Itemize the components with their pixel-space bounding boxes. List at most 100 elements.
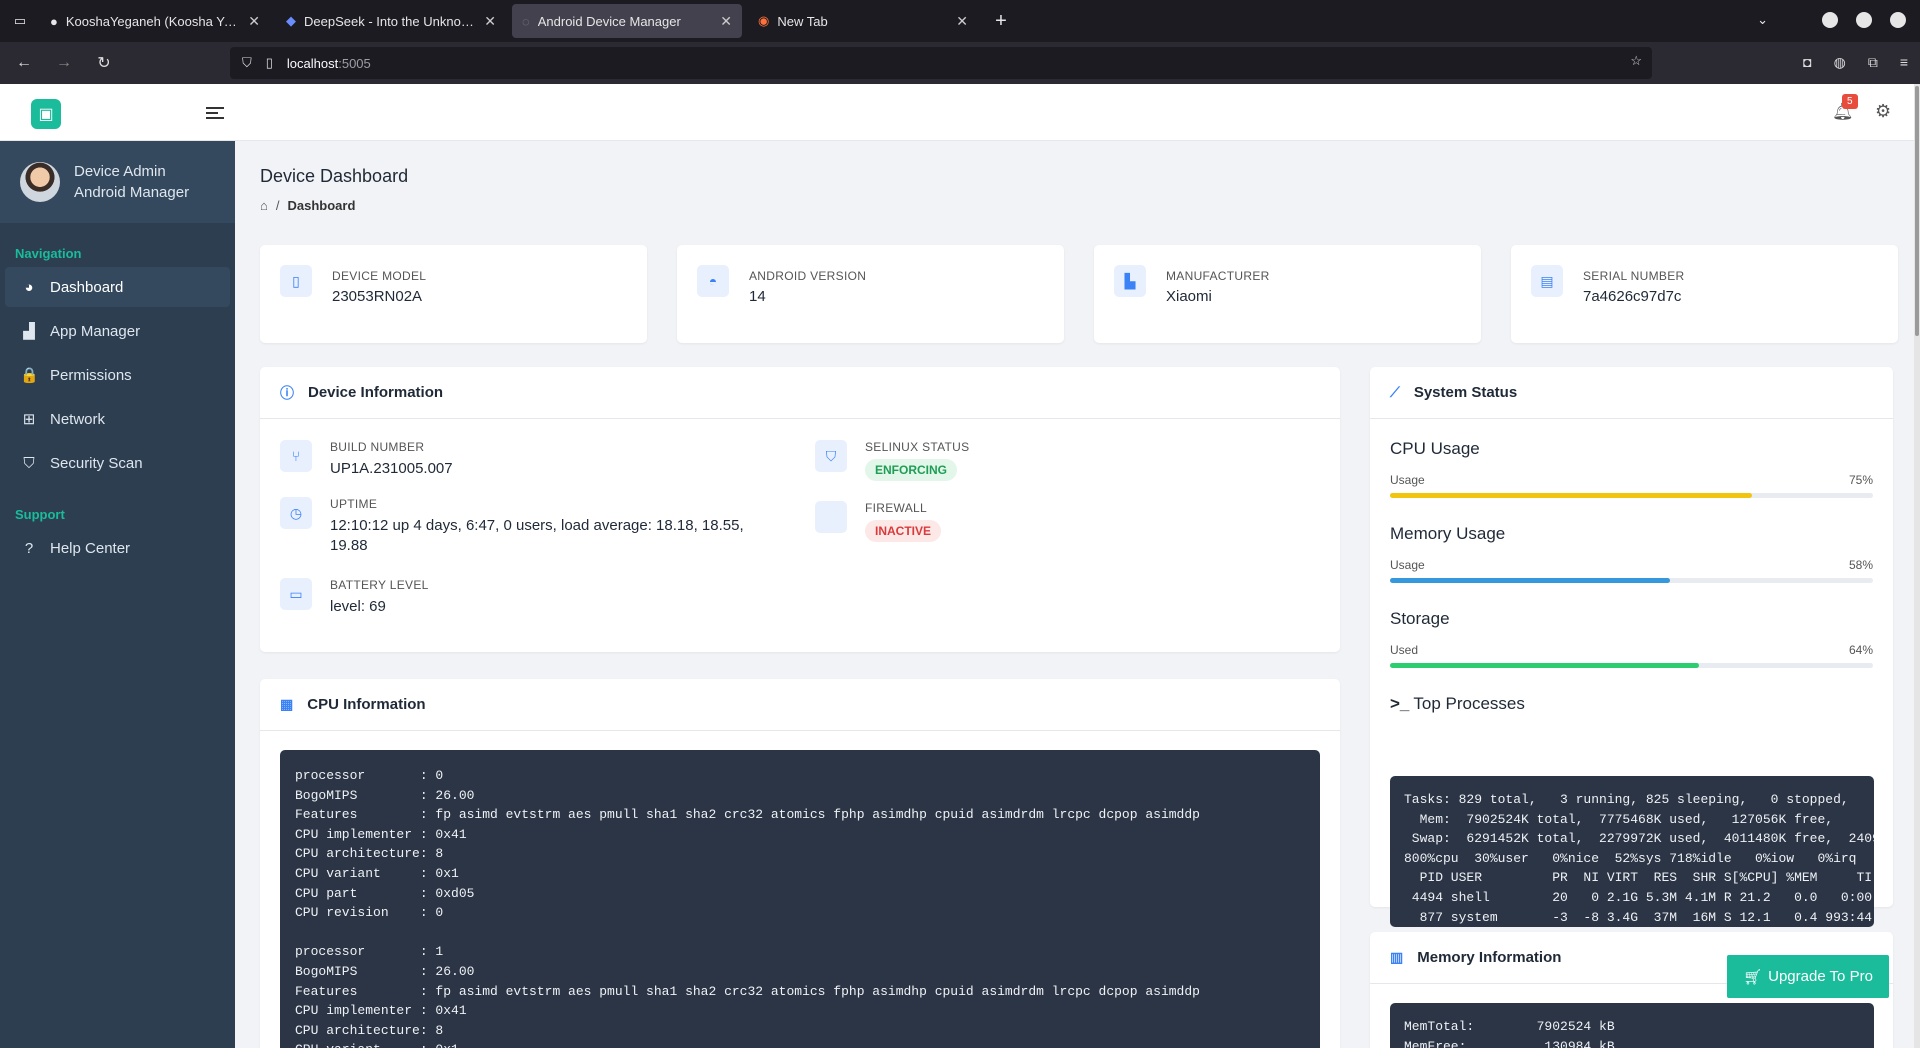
url-host: localhost [286,55,339,71]
close-icon[interactable]: ✕ [484,13,496,30]
meter-percent: 75% [1848,473,1873,487]
window-controls [1822,12,1906,28]
card-title: CPU Information [307,696,426,713]
shield-icon: ⛉ [815,440,847,472]
card-header: ⟋ System Status [1370,367,1893,419]
sidebar-item-app-manager[interactable]: ▟ App Manager [5,311,230,351]
dashboard-icon: ◕ [24,278,34,296]
chevron-down-icon[interactable]: ⌄ [1757,12,1768,28]
user-profile: Device Admin Android Manager [0,141,235,223]
clock-icon: ◷ [280,497,312,529]
device-information-card: ⓘ Device Information ⑂ Build Number UP1A… [260,367,1340,652]
gear-icon[interactable]: ⚙ [1875,101,1891,122]
android-icon: ◓ [697,265,729,297]
bookmark-star-icon[interactable]: ☆ [1630,53,1642,69]
info-label: Uptime [330,497,378,511]
reload-icon[interactable]: ↻ [88,53,120,73]
cpu-information-card: ▦ CPU Information processor : 0 BogoMIPS… [260,679,1340,1048]
sidebar-item-security-scan[interactable]: ⛉ Security Scan [5,443,230,483]
robot-logo-icon[interactable]: ▣ [31,99,61,129]
cart-icon: 🛒︎ [1743,968,1763,986]
lock-icon: 🔒 [20,367,39,384]
selinux-status-row: ⛉ SELinux Status ENFORCING [815,440,969,481]
sidebar-item-label: Help Center [50,539,131,557]
browser-tab-bar: ▭ ● KooshaYeganeh (Koosha Yeganeh) ✕ ◆ D… [0,0,1920,42]
nav-section-title: Navigation [15,246,82,261]
sidebar: Device Admin Android Manager Navigation … [0,141,235,1048]
stat-card-manufacturer: ▙ Manufacturer Xiaomi [1094,245,1481,343]
upgrade-to-pro-button[interactable]: 🛒︎ Upgrade To Pro [1727,955,1889,998]
phone-icon: ▯ [280,265,312,297]
stat-label: Manufacturer [1166,269,1270,283]
chart-line-icon: ⟋ [1390,384,1400,400]
tab-title: New Tab [777,13,828,29]
info-label: SELinux Status [865,440,970,454]
menu-icon[interactable]: ≡ [1900,54,1908,71]
browser-toolbar: ← → ↻ ⛉ ▯ localhost:5005 ☆ ◘ ◍ ⧉ ≡ [0,42,1920,84]
page-scrollbar[interactable] [1914,84,1920,1048]
storage-progress-bar [1390,663,1873,668]
info-value: UP1A.231005.007 [330,460,453,477]
back-icon[interactable]: ← [8,54,40,72]
minimize-button[interactable] [1822,12,1838,28]
page-title: Device Dashboard [260,166,409,186]
chip-icon: ▦ [280,696,294,712]
home-icon[interactable]: ⌂ [260,198,268,213]
app-top-navbar: ▣ 🔔︎ 5 ⚙ [0,84,1914,141]
sidebar-item-network[interactable]: ⊞ Network [5,399,230,439]
stat-label: Device Model [332,269,427,283]
meter-label: Usage [1390,558,1425,572]
account-icon[interactable]: ◍ [1834,54,1846,71]
top-processes-title: >_ Top Processes [1390,694,1873,714]
battery-icon: ▭ [280,578,312,610]
user-role: Android Manager [74,184,190,201]
meter-title: Storage [1390,609,1450,628]
cpu-progress-bar [1390,493,1873,498]
maximize-button[interactable] [1856,12,1872,28]
sidebar-toggle-icon[interactable] [206,104,224,122]
close-window-button[interactable] [1890,12,1906,28]
close-icon[interactable]: ✕ [248,13,260,30]
meter-percent: 58% [1848,558,1873,572]
address-bar[interactable]: ⛉ ▯ localhost:5005 ☆ [230,47,1652,79]
factory-icon: ▙ [1114,265,1146,297]
browser-tab-new[interactable]: ◉ New Tab ✕ [748,4,978,38]
firefox-icon: ◉ [758,13,770,28]
close-icon[interactable]: ✕ [720,13,732,30]
info-icon: ⓘ [280,384,294,401]
info-value: 12:10:12 up 4 days, 6:47, 0 users, load … [330,517,744,554]
card-title: Device Information [308,384,444,401]
breadcrumb: ⌂ / Dashboard [260,198,356,213]
browser-tab-github[interactable]: ● KooshaYeganeh (Koosha Yeganeh) ✕ [40,4,270,38]
branch-icon: ⑂ [280,440,312,472]
card-title: Memory Information [1417,949,1562,966]
user-name: Device Admin [74,163,166,180]
sidebar-item-help-center[interactable]: ? Help Center [5,528,230,568]
github-icon: ● [50,13,58,29]
help-icon: ? [24,539,34,557]
avatar [20,162,60,202]
stat-value: 23053RN02A [332,288,423,305]
uptime-row: ◷ Uptime 12:10:12 up 4 days, 6:47, 0 use… [280,497,780,556]
browser-tab-deepseek[interactable]: ◆ DeepSeek - Into the Unknown ✕ [276,4,506,38]
terminal-icon: >_ [1390,694,1410,713]
build-number-row: ⑂ Build Number UP1A.231005.007 [280,440,453,479]
close-icon[interactable]: ✕ [956,13,968,30]
shield-icon: ⛉ [23,454,35,472]
pocket-icon[interactable]: ◘ [1803,54,1811,71]
new-tab-button[interactable]: + [984,10,1018,33]
shield-icon[interactable]: ⛉ [242,55,252,71]
sidebar-item-permissions[interactable]: 🔒 Permissions [5,355,230,395]
tab-list-icon[interactable]: ▭ [0,0,40,42]
meter-title: Top Processes [1413,694,1525,713]
stat-card-serial-number: ▤ Serial Number 7a4626c97d7c [1511,245,1898,343]
info-value: level: 69 [330,598,386,615]
extensions-icon[interactable]: ⧉ [1868,54,1878,71]
cpu-progress-fill [1390,493,1753,498]
forward-icon[interactable]: → [48,54,80,72]
sidebar-item-dashboard[interactable]: ◕ Dashboard [5,267,230,307]
memory-progress-fill [1390,578,1671,583]
browser-tab-device-manager[interactable]: ◌ Android Device Manager ✕ [512,4,742,38]
tab-title: KooshaYeganeh (Koosha Yeganeh) [65,13,240,29]
tab-title: DeepSeek - Into the Unknown [304,13,477,29]
